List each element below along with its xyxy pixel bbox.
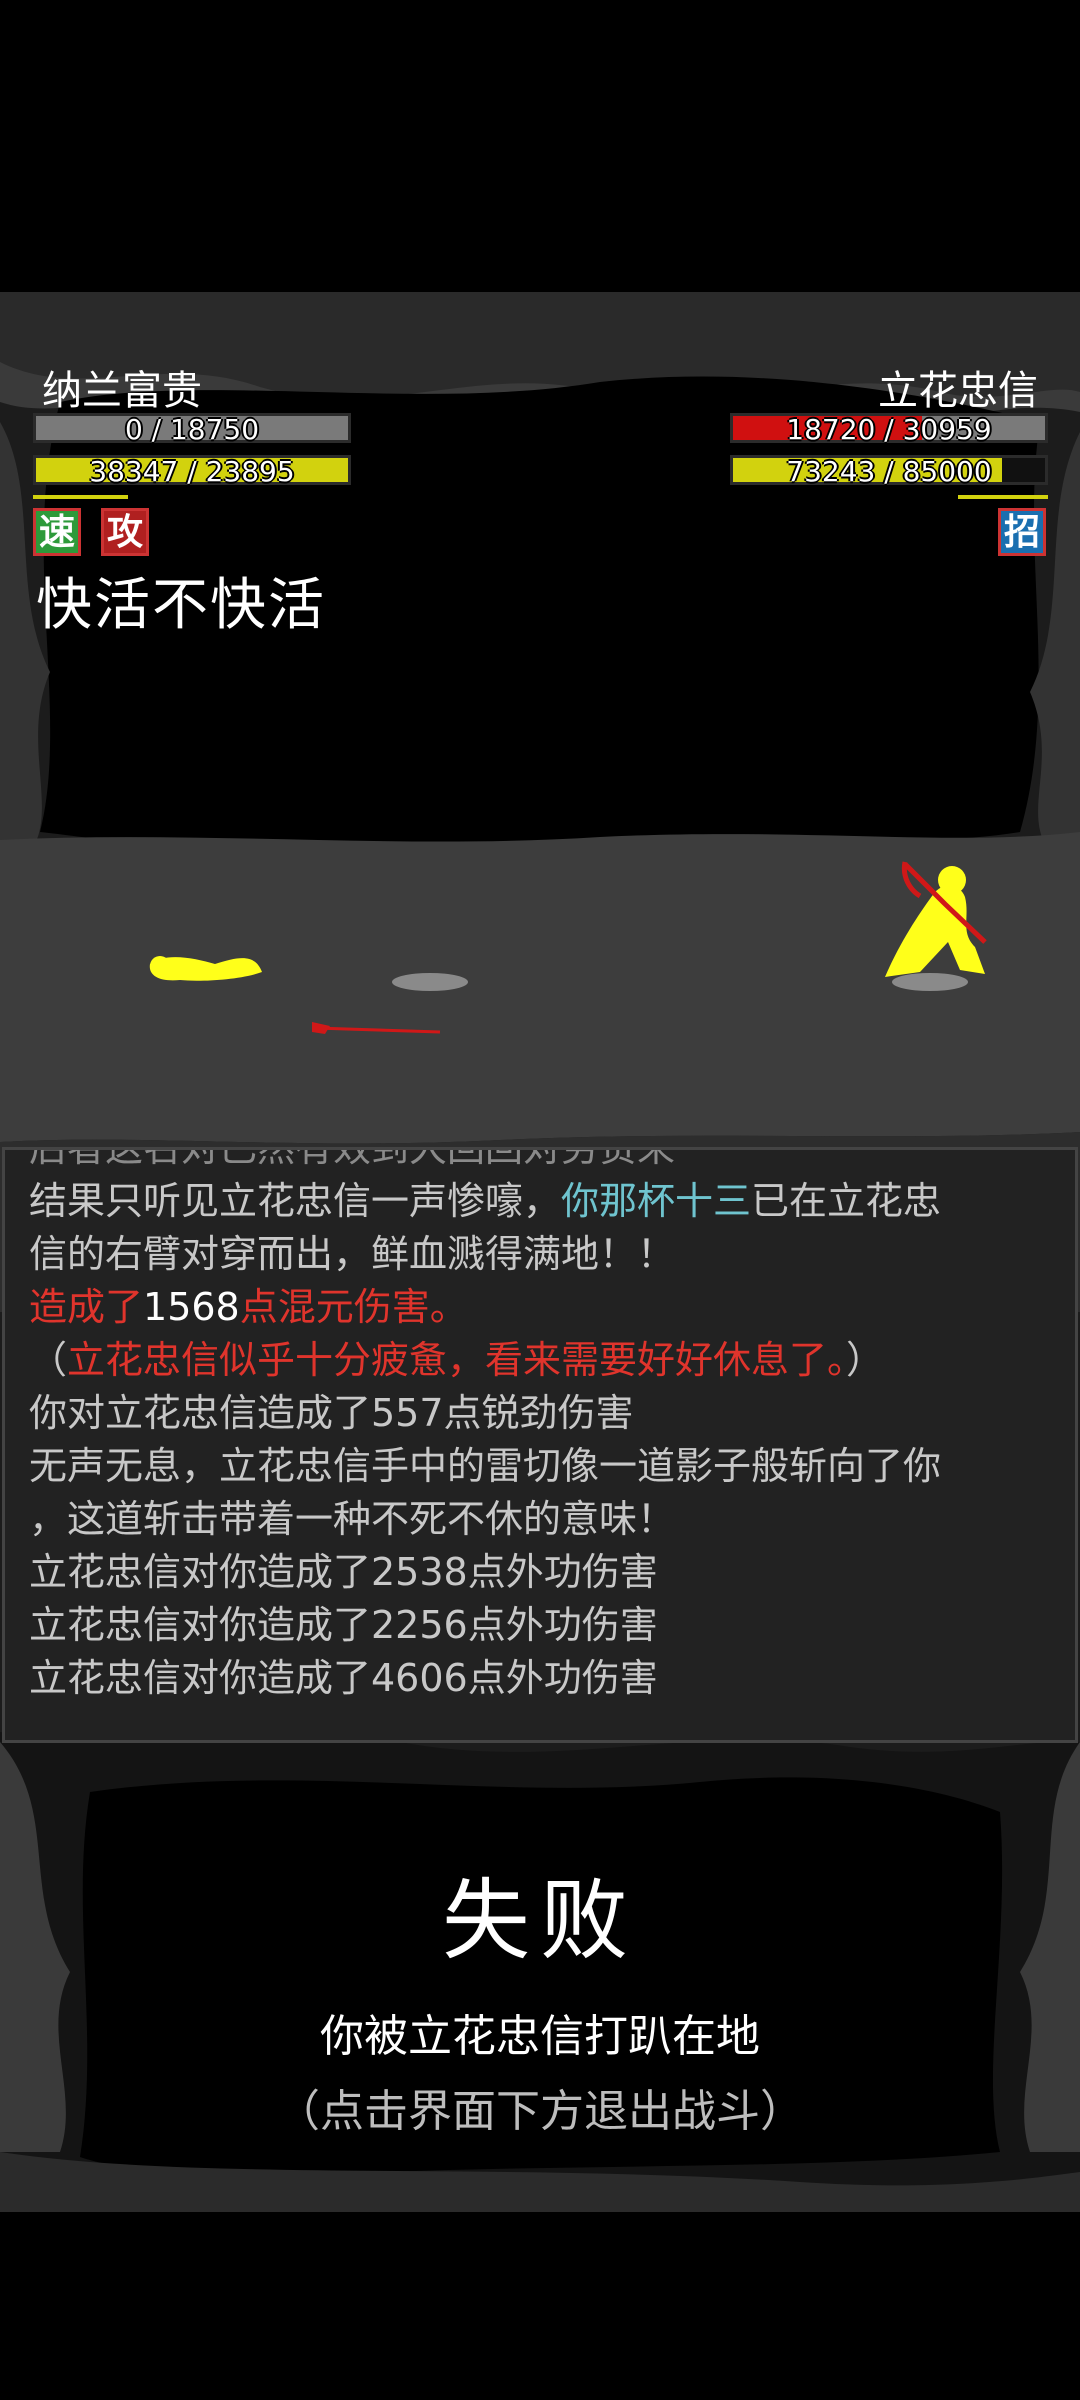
player-fallen-figure — [149, 956, 262, 981]
status-speed-icon[interactable]: 速 — [33, 508, 81, 556]
log-line: 立花忠信对你造成了2256点外功伤害 — [29, 1603, 658, 1647]
enemy-charge-bar — [958, 495, 1048, 499]
log-line: 后者这名对已然有效到大回回对劳贵来 — [29, 1147, 676, 1170]
result-message: 你被立花忠信打趴在地 — [320, 2011, 760, 2062]
enemy-hp-text: 18720 / 30959 — [786, 413, 992, 446]
ground-shadow — [892, 973, 968, 991]
log-line: （立花忠信似乎十分疲惫，看来需要好好休息了。） — [29, 1338, 885, 1382]
weapon-name: 你那杯十三 — [561, 1179, 752, 1223]
result-title: 失败 — [441, 1869, 638, 1972]
log-line: 信的右臂对穿而出，鲜血溅得满地！！ — [29, 1232, 676, 1276]
player-charge-bar — [33, 495, 128, 499]
status-skill-icon[interactable]: 招 — [998, 508, 1046, 556]
enemy-mp-text: 73243 / 85000 — [786, 455, 992, 488]
skill-name-text: 快活不快活 — [36, 573, 326, 638]
battle-log[interactable]: 后者这名对已然有效到大回回对劳贵来 结果只听见立花忠信一声惨嚎，你那杯十三已在立… — [2, 1147, 1078, 1743]
status-attack-icon[interactable]: 攻 — [101, 508, 149, 556]
dropped-sword — [312, 1022, 441, 1034]
exit-battle-hint[interactable]: （点击界面下方退出战斗） — [0, 2075, 1080, 2139]
log-line: 你对立花忠信造成了557点锐劲伤害 — [29, 1391, 634, 1435]
log-line: ，这道斩击带着一种不死不休的意味！ — [29, 1497, 676, 1541]
log-line: 无声无息，立花忠信手中的雷切像一道影子般斩向了你 — [29, 1444, 942, 1488]
log-line: 立花忠信对你造成了2538点外功伤害 — [29, 1550, 658, 1594]
player-hp-bar: 0 / 18750 — [33, 413, 351, 446]
enemy-hp-bar: 18720 / 30959 — [730, 413, 1048, 446]
enemy-figure — [885, 861, 987, 977]
enemy-name: 立花忠信 — [878, 368, 1038, 414]
player-mp-text: 38347 / 23895 — [89, 455, 295, 488]
log-line: 结果只听见立花忠信一声惨嚎，你那杯十三已在立花忠 — [29, 1179, 942, 1223]
enemy-mp-bar: 73243 / 85000 — [730, 455, 1048, 488]
log-line: 立花忠信对你造成了4606点外功伤害 — [29, 1656, 658, 1700]
log-line: 造成了1568点混元伤害。 — [29, 1285, 468, 1329]
player-mp-bar: 38347 / 23895 — [33, 455, 351, 488]
player-name: 纳兰富贵 — [42, 368, 202, 414]
player-hp-text: 0 / 18750 — [124, 413, 260, 446]
ground-shadow — [392, 973, 468, 991]
